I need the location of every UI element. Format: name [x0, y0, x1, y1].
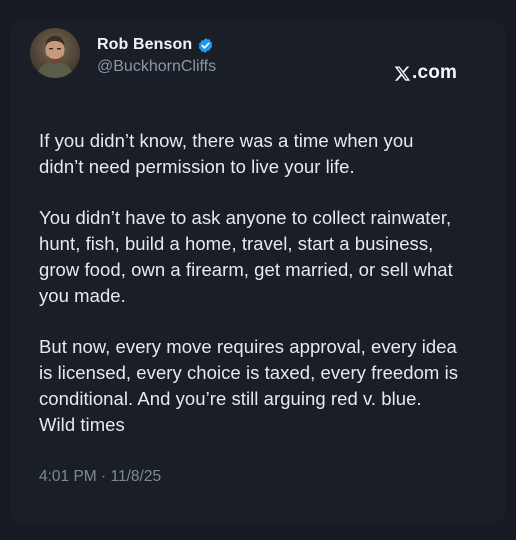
- brand-logo: .com: [394, 62, 457, 84]
- post-line: you made.: [39, 284, 126, 306]
- post-line: conditional. And you’re still arguing re…: [39, 387, 422, 409]
- post-paragraph: But now, every move requires approval, e…: [39, 334, 491, 437]
- profile-photo-icon: [30, 28, 80, 78]
- post-paragraph: If you didn’t know, there was a time whe…: [39, 128, 491, 180]
- avatar[interactable]: [30, 28, 80, 78]
- author-name[interactable]: Rob Benson: [97, 36, 192, 54]
- author-handle[interactable]: @BuckhornCliffs: [97, 58, 216, 76]
- post-paragraph: You didn’t have to ask anyone to collect…: [39, 205, 491, 308]
- author-identity: Rob Benson @BuckhornCliffs: [97, 35, 216, 76]
- post-line: hunt, fish, build a home, travel, start …: [39, 233, 434, 255]
- post-line: grow food, own a firearm, get married, o…: [39, 258, 453, 280]
- x-logo-icon: [394, 65, 411, 82]
- author-name-row: Rob Benson: [97, 35, 216, 56]
- post-line: didn’t need permission to live your life…: [39, 155, 355, 177]
- post-body: If you didn’t know, there was a time whe…: [39, 128, 491, 438]
- post-line: is licensed, every choice is taxed, ever…: [39, 362, 459, 384]
- post-line: You didn’t have to ask anyone to collect…: [39, 207, 452, 229]
- post-line: If you didn’t know, there was a time whe…: [39, 130, 414, 151]
- post-timestamp[interactable]: 4:01 PM · 11/8/25: [39, 468, 161, 486]
- verified-badge-icon: [197, 37, 214, 54]
- post-header: Rob Benson @BuckhornCliffs: [30, 28, 216, 78]
- post-line: Wild times: [39, 413, 125, 435]
- brand-domain-text: .com: [412, 62, 458, 83]
- post-line: But now, every move requires approval, e…: [39, 336, 457, 358]
